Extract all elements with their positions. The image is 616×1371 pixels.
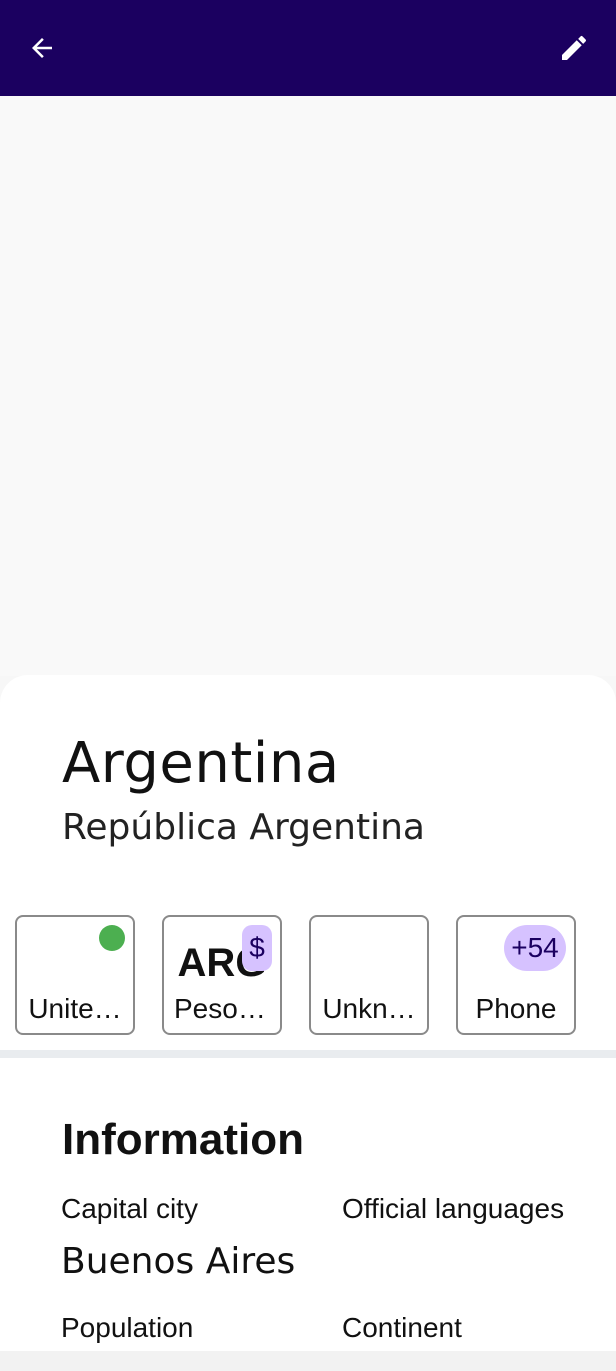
capital-label: Capital city — [61, 1193, 198, 1224]
calling-code-badge: +54 — [504, 925, 566, 971]
chip-label: Peso … — [174, 993, 274, 1024]
arrow-back-icon — [32, 38, 52, 58]
continent-label: Continent — [342, 1312, 462, 1343]
chip-phone[interactable]: +54 Phone — [456, 915, 576, 1035]
status-dot-icon — [99, 925, 125, 951]
chip-unknown[interactable]: Unkn… — [309, 915, 429, 1035]
country-name: Argentina — [62, 731, 340, 796]
chip-label: Phone — [475, 993, 557, 1024]
chip-currency[interactable]: ARG $ Peso … — [162, 915, 282, 1035]
country-official-name: República Argentina — [62, 807, 425, 848]
chip-region[interactable]: Unite… — [15, 915, 135, 1035]
chip-label: Unkn… — [322, 993, 416, 1024]
dollar-badge: $ — [242, 925, 272, 971]
information-heading: Information — [62, 1115, 304, 1164]
back-button[interactable] — [18, 24, 66, 72]
bottom-edge — [0, 1351, 616, 1371]
edit-button[interactable] — [550, 24, 598, 72]
languages-label: Official languages — [342, 1193, 565, 1224]
section-divider — [0, 1050, 616, 1058]
capital-value: Buenos Aires — [61, 1241, 296, 1282]
population-label: Population — [61, 1312, 194, 1343]
pencil-icon — [562, 35, 587, 60]
chip-label: Unite… — [28, 993, 122, 1024]
flag-image-area — [0, 96, 616, 676]
app-bar — [0, 0, 616, 96]
quick-info-chips: Unite… ARG $ Peso … Unkn… +54 Phone — [0, 915, 616, 1035]
details-sheet: Argentina República Argentina Unite… ARG… — [0, 675, 616, 1371]
